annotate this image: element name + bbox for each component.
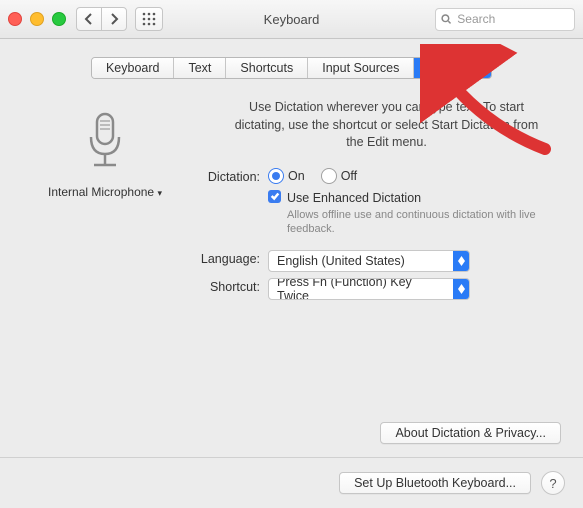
dictation-off-radio[interactable]: Off (321, 168, 357, 184)
microphone-label: Internal Microphone (48, 185, 154, 199)
radio-off-indicator (321, 168, 337, 184)
select-arrows-icon (453, 279, 469, 299)
bluetooth-keyboard-button[interactable]: Set Up Bluetooth Keyboard... (339, 472, 531, 494)
titlebar: Keyboard (0, 0, 583, 39)
window-controls (8, 12, 66, 26)
grid-icon (142, 12, 156, 26)
tab-input-sources[interactable]: Input Sources (308, 58, 414, 78)
shortcut-value: Press Fn (Function) Key Twice (269, 278, 453, 300)
chevron-right-icon (108, 13, 120, 25)
settings-panel: Use Dictation wherever you can type text… (180, 99, 553, 306)
microphone-icon (80, 109, 130, 179)
about-button-wrap: About Dictation & Privacy... (380, 422, 561, 444)
enhanced-description: Allows offline use and continuous dictat… (287, 208, 553, 237)
radio-on-indicator (268, 168, 284, 184)
enhanced-label: Use Enhanced Dictation (287, 190, 553, 206)
shortcut-select[interactable]: Press Fn (Function) Key Twice (268, 278, 470, 300)
microphone-selector[interactable]: Internal Microphone ▾ (30, 185, 180, 199)
back-button[interactable] (76, 7, 101, 31)
tabbar: Keyboard Text Shortcuts Input Sources Di… (91, 57, 492, 79)
minimize-window-button[interactable] (30, 12, 44, 26)
tab-text[interactable]: Text (174, 58, 226, 78)
search-icon (441, 13, 451, 25)
search-field[interactable] (435, 8, 575, 31)
select-arrows-icon (453, 251, 469, 271)
content: Internal Microphone ▾ Use Dictation wher… (0, 79, 583, 306)
enhanced-text-block: Use Enhanced Dictation Allows offline us… (287, 190, 553, 237)
close-window-button[interactable] (8, 12, 22, 26)
radio-off-label: Off (341, 169, 357, 183)
tab-shortcuts[interactable]: Shortcuts (226, 58, 308, 78)
dictation-radio-group: On Off (268, 168, 553, 184)
chevron-left-icon (83, 13, 95, 25)
intro-text: Use Dictation wherever you can type text… (185, 99, 553, 152)
show-all-button[interactable] (135, 7, 163, 31)
nav-group (76, 7, 129, 31)
radio-on-label: On (288, 169, 305, 183)
language-select[interactable]: English (United States) (268, 250, 470, 272)
chevron-down-icon: ▾ (157, 188, 162, 198)
tab-keyboard[interactable]: Keyboard (92, 58, 175, 78)
zoom-window-button[interactable] (52, 12, 66, 26)
help-button[interactable]: ? (541, 471, 565, 495)
shortcut-label: Shortcut: (185, 278, 268, 294)
bottom-bar: Set Up Bluetooth Keyboard... ? (0, 458, 583, 508)
forward-button[interactable] (101, 7, 127, 31)
dictation-on-radio[interactable]: On (268, 168, 305, 184)
shortcut-row: Shortcut: Press Fn (Function) Key Twice (185, 278, 553, 300)
checkbox-indicator (268, 190, 281, 203)
checkmark-icon (270, 191, 280, 201)
microphone-panel: Internal Microphone ▾ (30, 99, 180, 306)
dictation-label: Dictation: (185, 168, 268, 184)
tabs: Keyboard Text Shortcuts Input Sources Di… (0, 57, 583, 79)
search-input[interactable] (455, 11, 569, 27)
language-value: English (United States) (269, 254, 453, 268)
tab-dictation[interactable]: Dictation (414, 58, 491, 78)
enhanced-dictation-checkbox[interactable]: Use Enhanced Dictation Allows offline us… (268, 190, 553, 237)
language-label: Language: (185, 250, 268, 266)
dictation-row: Dictation: On Off (185, 168, 553, 237)
about-dictation-button[interactable]: About Dictation & Privacy... (380, 422, 561, 444)
preferences-window: Keyboard Keyboard Text Shortcuts Input S… (0, 0, 583, 508)
language-row: Language: English (United States) (185, 250, 553, 272)
